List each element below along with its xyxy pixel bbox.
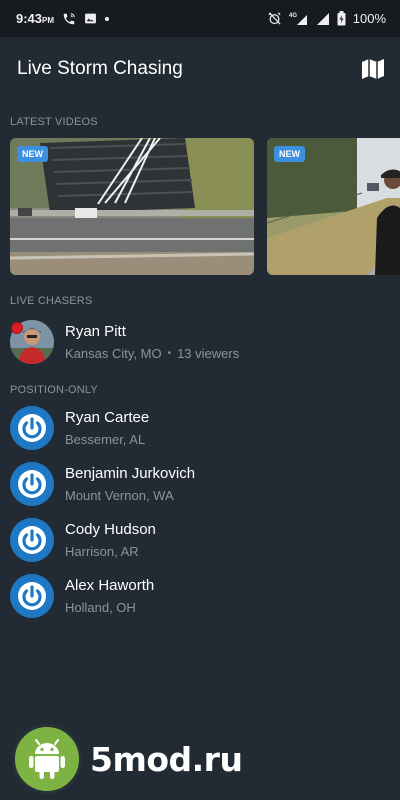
video-card[interactable]: NEW	[10, 138, 254, 275]
viewer-count: 13 viewers	[177, 346, 240, 361]
latest-videos-label: LATEST VIDEOS	[10, 116, 98, 128]
live-chaser-item[interactable]: Ryan Pitt Kansas City, MO • 13 viewers	[0, 314, 400, 370]
watermark-text: 5mod.ru	[90, 739, 243, 779]
chaser-name: Benjamin Jurkovich	[65, 465, 196, 482]
chaser-name: Cody Hudson	[65, 521, 156, 538]
app-bar: Live Storm Chasing	[0, 37, 400, 101]
chaser-name: Alex Haworth	[65, 577, 155, 594]
position-chaser-item[interactable]: Ryan Cartee Bessemer, AL	[0, 400, 400, 456]
page-title: Live Storm Chasing	[17, 58, 183, 79]
status-time: 9:43PM	[16, 11, 55, 26]
position-chaser-item[interactable]: Benjamin Jurkovich Mount Vernon, WA	[0, 456, 400, 512]
position-chaser-item[interactable]: Cody Hudson Harrison, AR	[0, 512, 400, 568]
phone-wifi-icon	[62, 12, 76, 26]
status-bar: 9:43PM 4G 100%	[0, 0, 400, 37]
map-button[interactable]	[360, 56, 386, 82]
signal-icon	[316, 12, 330, 26]
battery-percent: 100%	[352, 11, 386, 26]
image-icon	[84, 12, 97, 25]
watermark: 5mod.ru	[12, 724, 243, 794]
chaser-location: Harrison, AR	[65, 544, 139, 559]
chaser-location: Bessemer, AL	[65, 432, 146, 447]
chaser-name: Ryan Pitt	[65, 323, 126, 340]
new-badge: NEW	[274, 146, 305, 162]
separator: •	[167, 348, 172, 359]
chaser-location: Holland, OH	[65, 600, 136, 615]
position-only-label: POSITION-ONLY	[10, 384, 98, 396]
lte-signal-icon: 4G	[289, 11, 309, 26]
live-chasers-label: LIVE CHASERS	[10, 295, 93, 307]
map-icon	[362, 59, 384, 79]
avatar	[10, 320, 54, 364]
svg-text:4G: 4G	[289, 13, 297, 19]
live-indicator	[11, 322, 23, 334]
chaser-location: Mount Vernon, WA	[65, 488, 174, 503]
power-icon	[10, 518, 54, 562]
position-chaser-item[interactable]: Alex Haworth Holland, OH	[0, 568, 400, 624]
power-icon	[10, 574, 54, 618]
dot-icon	[105, 16, 110, 21]
latest-videos-carousel[interactable]: NEW NEW	[0, 138, 400, 275]
power-icon	[10, 462, 54, 506]
alarm-off-icon	[267, 11, 282, 26]
chaser-name: Ryan Cartee	[65, 409, 150, 426]
video-card[interactable]: NEW	[267, 138, 400, 275]
chaser-location: Kansas City, MO	[65, 346, 162, 361]
power-icon	[10, 406, 54, 450]
new-badge: NEW	[17, 146, 48, 162]
android-icon	[12, 724, 82, 794]
battery-icon	[337, 11, 346, 26]
